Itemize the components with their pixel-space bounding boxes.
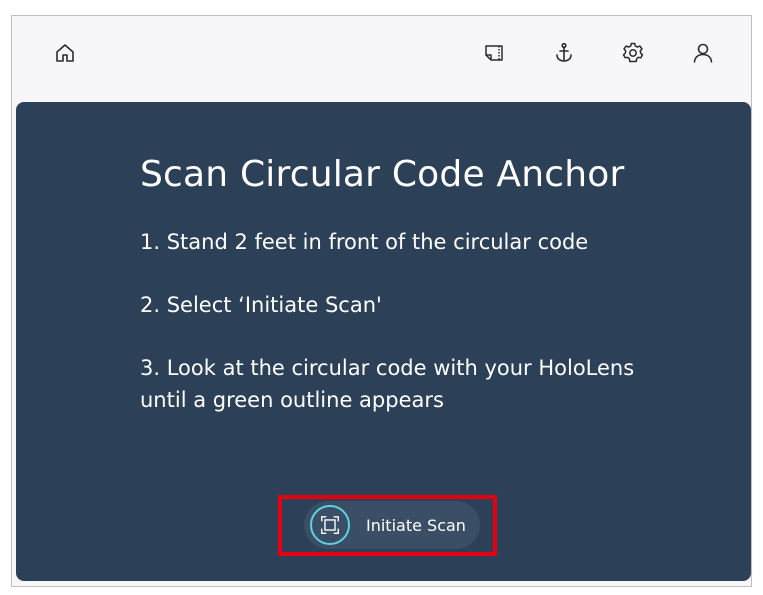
- instruction-step-1: 1. Stand 2 feet in front of the circular…: [140, 230, 589, 254]
- instruction-step-2: 2. Select ‘Initiate Scan': [140, 293, 382, 317]
- media-icon[interactable]: [479, 38, 509, 68]
- scan-instructions-panel: Scan Circular Code Anchor 1. Stand 2 fee…: [16, 102, 751, 581]
- top-toolbar: [12, 16, 751, 100]
- instruction-step-3: 3. Look at the circular code with your H…: [140, 356, 635, 412]
- initiate-scan-button[interactable]: Initiate Scan: [304, 501, 480, 549]
- instruction-list: 1. Stand 2 feet in front of the circular…: [140, 226, 660, 447]
- anchor-icon[interactable]: [549, 38, 579, 68]
- page-title: Scan Circular Code Anchor: [140, 154, 625, 195]
- app-window: Scan Circular Code Anchor 1. Stand 2 fee…: [11, 15, 752, 587]
- scan-frame-icon: [310, 505, 350, 545]
- initiate-scan-label: Initiate Scan: [366, 515, 466, 535]
- user-icon[interactable]: [688, 38, 718, 68]
- home-icon[interactable]: [50, 38, 80, 68]
- gear-icon[interactable]: [618, 38, 648, 68]
